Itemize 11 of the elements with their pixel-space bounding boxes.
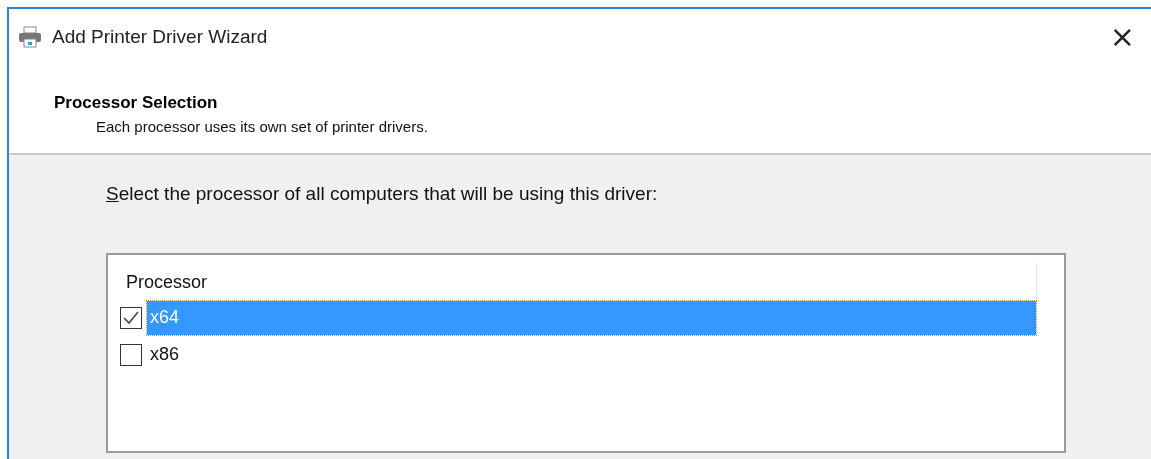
list-item[interactable]: x86 (147, 337, 1036, 372)
check-icon (123, 310, 139, 325)
instruction-text: Select the processor of all computers that will be using this driver: (106, 183, 659, 205)
page-subtitle: Each processor uses its own set of printer drivers. (95, 118, 429, 135)
close-button[interactable]: × (1105, 22, 1139, 52)
checkbox[interactable] (120, 343, 142, 366)
checkbox[interactable] (120, 306, 142, 329)
page-title: Processor Selection (54, 93, 219, 113)
window-title: Add Printer Driver Wizard (52, 26, 269, 48)
printer-icon (18, 25, 42, 49)
column-header[interactable]: Processor (120, 263, 1037, 299)
